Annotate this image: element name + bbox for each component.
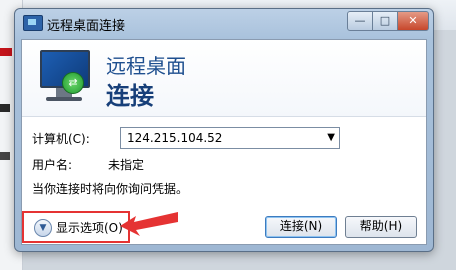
username-value: 未指定 (108, 158, 145, 172)
window-title: 远程桌面连接 (47, 18, 126, 33)
remote-desktop-icon (23, 15, 43, 31)
banner-title-line2: 连接 (106, 82, 154, 110)
username-label: 用户名: (32, 158, 73, 172)
highlight-box (22, 211, 130, 243)
background-marker (0, 104, 10, 112)
minimize-button[interactable]: — (347, 11, 373, 31)
background-marker (0, 152, 10, 160)
monitor-icon: ⇄ (36, 48, 92, 102)
annotation-arrow-icon (120, 212, 178, 236)
computer-label: 计算机(C): (32, 132, 90, 146)
connect-button[interactable]: 连接(N) (265, 216, 337, 238)
help-button[interactable]: 帮助(H) (345, 216, 417, 238)
maximize-button[interactable]: □ (372, 11, 398, 31)
banner-title-line1: 远程桌面 (106, 54, 186, 78)
computer-combobox[interactable]: 124.215.104.52 ▼ (120, 127, 340, 149)
computer-value[interactable]: 124.215.104.52 (127, 131, 222, 145)
banner: ⇄ 远程桌面 连接 (22, 40, 426, 117)
close-button[interactable]: ✕ (397, 11, 429, 31)
background-marker (0, 48, 12, 56)
dropdown-arrow-icon[interactable]: ▼ (327, 132, 335, 143)
credentials-hint: 当你连接时将向你询问凭据。 (32, 182, 189, 196)
title-bar[interactable]: 远程桌面连接 — □ ✕ (15, 9, 433, 37)
